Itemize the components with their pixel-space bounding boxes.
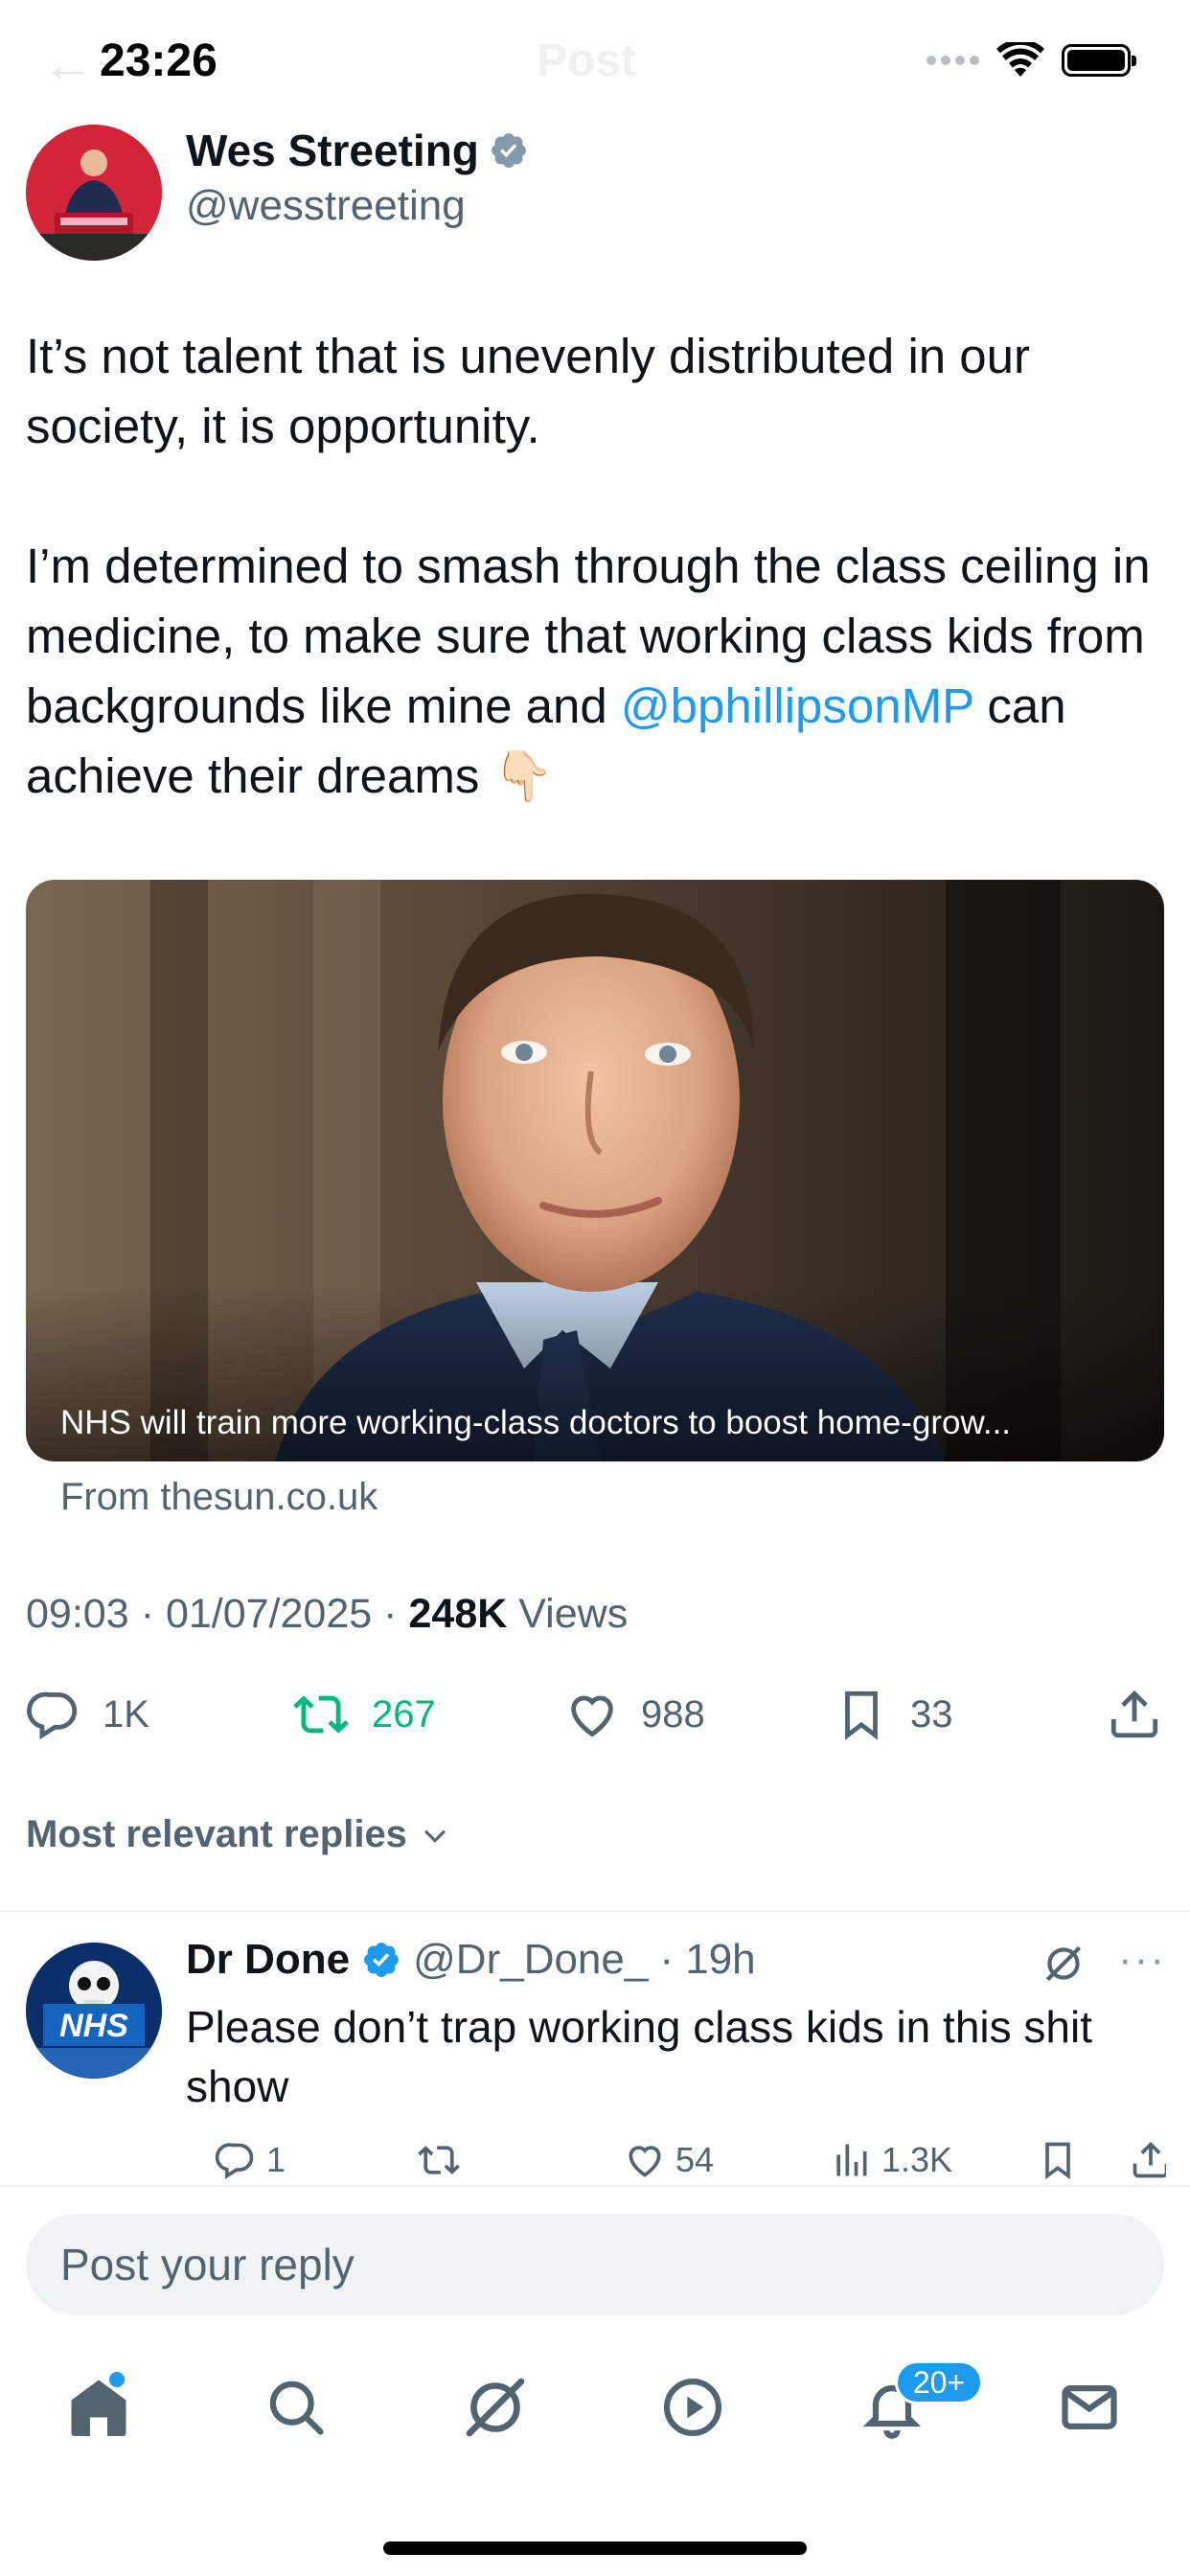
bookmark-count: 33 <box>910 1692 953 1736</box>
views-count[interactable]: 248K <box>408 1591 507 1638</box>
reply-views-button[interactable]: 1.3K <box>830 2139 952 2181</box>
battery-icon <box>1062 44 1136 77</box>
reply-reply-button[interactable]: 1 <box>215 2139 286 2181</box>
wifi-icon <box>996 42 1044 77</box>
bookmark-icon <box>1045 2142 1070 2180</box>
bottom-panel: 20+ <box>0 2185 1190 2576</box>
reply-button[interactable]: 1K <box>26 1687 149 1742</box>
header-title: Post <box>537 35 637 86</box>
chevron-down-icon <box>423 1829 446 1843</box>
reply-like-button[interactable]: 54 <box>624 2139 714 2181</box>
play-icon <box>663 2378 722 2437</box>
reply-author-name[interactable]: Dr Done <box>186 1936 350 1984</box>
meta-separator: · <box>140 1591 154 1637</box>
status-time: 23:26 <box>100 35 217 86</box>
verified-badge-icon <box>491 133 526 168</box>
reply-composer-input[interactable] <box>26 2214 1164 2315</box>
reply-icon <box>27 1691 78 1740</box>
reply-item[interactable]: NHS Dr Done @Dr_Done_ · 19h ··· Please d… <box>26 1936 1166 2185</box>
views-label: Views <box>518 1591 629 1637</box>
cellular-signal-icon <box>927 56 979 65</box>
reply-views-count: 1.3K <box>881 2140 953 2179</box>
post-date: 01/07/2025 <box>165 1591 373 1637</box>
pointing-down-emoji: 👇🏻 <box>492 748 555 803</box>
meta-separator: · <box>383 1591 398 1637</box>
tab-video[interactable] <box>640 2355 745 2460</box>
grok-icon <box>466 2378 525 2437</box>
bookmark-icon <box>845 1690 878 1740</box>
reply-like-count: 54 <box>675 2140 715 2179</box>
reply-author-handle[interactable]: @Dr_Done_ <box>413 1936 648 1984</box>
share-button[interactable] <box>1107 1687 1162 1742</box>
like-icon <box>629 2146 661 2177</box>
back-arrow-icon[interactable]: ← <box>42 34 94 94</box>
reply-avatar[interactable]: NHS <box>26 1943 162 2079</box>
more-options-icon[interactable]: ··· <box>1118 1936 1166 1984</box>
repost-icon <box>418 2146 460 2174</box>
post-time: 09:03 <box>26 1591 129 1637</box>
replies-sort-dropdown[interactable]: Most relevant replies <box>26 1813 451 1856</box>
grok-icon[interactable] <box>1040 1940 1087 1992</box>
repost-button[interactable]: 267 <box>291 1687 436 1742</box>
post-actions: 1K 267 988 33 <box>26 1687 1166 1754</box>
home-indicator <box>383 2542 807 2555</box>
repost-count: 267 <box>372 1692 436 1736</box>
search-icon <box>269 2380 324 2435</box>
card-caption: NHS will train more working-class doctor… <box>60 1404 1012 1441</box>
link-card[interactable]: NHS will train more working-class doctor… <box>26 880 1164 1461</box>
like-icon <box>571 1695 613 1737</box>
tab-bar: 20+ <box>0 2355 1190 2498</box>
post-text-body: It’s not talent that is unevenly distrib… <box>26 329 1151 733</box>
reply-text: Please don’t trap working class kids in … <box>186 2002 1092 2111</box>
share-icon <box>1110 1690 1158 1738</box>
reply-repost-button[interactable] <box>416 2139 462 2181</box>
card-source[interactable]: From thesun.co.uk <box>60 1476 378 1519</box>
status-bar: ← Post 23:26 <box>0 0 1190 125</box>
mention-link[interactable]: @bphillipsonMP <box>621 678 973 733</box>
reply-header: Dr Done @Dr_Done_ · 19h <box>186 1936 756 1984</box>
notifications-badge: 20+ <box>895 2360 983 2404</box>
post-text: It’s not talent that is unevenly distrib… <box>26 321 1166 811</box>
author-name-text: Wes Streeting <box>186 126 479 175</box>
nhs-logo-text: NHS <box>59 2008 128 2044</box>
status-icons <box>927 42 1136 79</box>
mail-icon <box>1062 2385 1117 2429</box>
reply-count: 1K <box>103 1692 149 1736</box>
reply-icon <box>215 2143 254 2179</box>
tab-grok[interactable] <box>443 2355 548 2460</box>
reply-age: · 19h <box>659 1936 756 1983</box>
tab-search[interactable] <box>243 2355 349 2460</box>
repost-icon <box>293 1695 349 1734</box>
home-unread-dot <box>109 2372 125 2387</box>
tab-notifications[interactable]: 20+ <box>839 2355 983 2460</box>
reply-actions: 1 54 1.3K <box>186 2139 1166 2185</box>
replies-sort-label: Most relevant replies <box>26 1813 407 1855</box>
post-meta: 09:03 · 01/07/2025 · 248K Views <box>26 1591 628 1638</box>
tab-messages[interactable] <box>1037 2355 1142 2460</box>
reply-share-button[interactable] <box>1130 2139 1166 2181</box>
card-photo <box>26 880 1164 1461</box>
author-handle[interactable]: @wesstreeting <box>186 182 466 230</box>
post-author: Wes Streeting @wesstreeting <box>26 115 1166 261</box>
verified-badge-icon <box>364 1943 400 1977</box>
share-icon <box>1133 2141 1166 2178</box>
like-count: 988 <box>641 1692 705 1736</box>
author-name[interactable]: Wes Streeting <box>186 125 529 176</box>
bookmark-button[interactable]: 33 <box>834 1687 953 1742</box>
divider <box>0 1910 1190 1912</box>
reply-reply-count: 1 <box>266 2140 286 2179</box>
tab-home[interactable] <box>46 2355 151 2460</box>
like-button[interactable]: 988 <box>564 1687 705 1742</box>
views-icon <box>836 2144 867 2176</box>
reply-bookmark-button[interactable] <box>1037 2139 1079 2181</box>
author-avatar[interactable] <box>26 125 162 261</box>
